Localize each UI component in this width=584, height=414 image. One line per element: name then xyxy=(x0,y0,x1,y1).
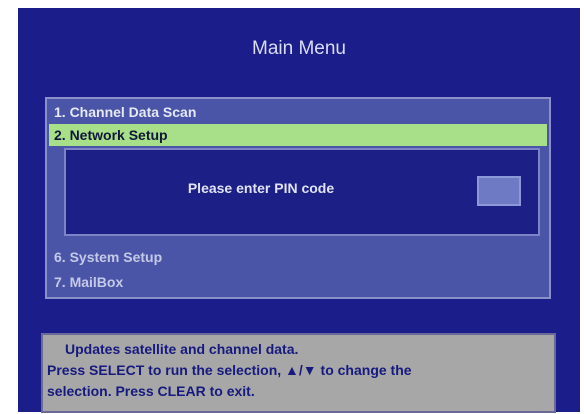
help-panel: Updates satellite and channel data. Pres… xyxy=(41,333,556,413)
help-line-description: Updates satellite and channel data. xyxy=(65,341,299,357)
menu-item-channel-data-scan[interactable]: 1. Channel Data Scan xyxy=(49,101,547,123)
pin-input[interactable] xyxy=(477,176,521,206)
pin-prompt: Please enter PIN code xyxy=(187,180,335,196)
help-line-instructions: Press SELECT to run the selection, ▲/▼ t… xyxy=(47,362,412,378)
menu-item-mailbox[interactable]: 7. MailBox xyxy=(49,271,547,293)
menu-item-system-setup[interactable]: 6. System Setup xyxy=(49,246,547,268)
tv-screen: Main Menu 1. Channel Data Scan 2. Networ… xyxy=(18,8,580,413)
menu-item-network-setup[interactable]: 2. Network Setup xyxy=(49,124,547,146)
page-title: Main Menu xyxy=(252,38,346,59)
pin-dialog: Please enter PIN code xyxy=(64,148,540,236)
main-menu-list: 1. Channel Data Scan 2. Network Setup Pl… xyxy=(45,97,551,299)
help-line-exit: selection. Press CLEAR to exit. xyxy=(47,383,255,399)
